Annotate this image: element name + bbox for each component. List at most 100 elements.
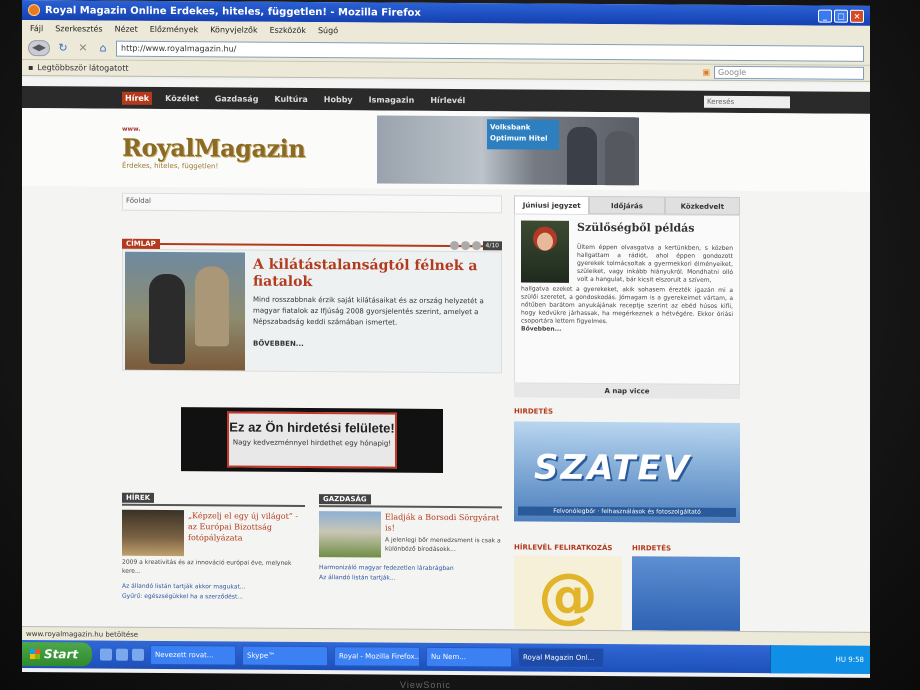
banner-bank-text: Volksbank Optimum Hitel: [487, 119, 559, 150]
stop-icon[interactable]: ✕: [76, 41, 90, 54]
taskbar-item[interactable]: Nu Nem...: [426, 646, 512, 668]
rss-icon[interactable]: ▣: [702, 68, 710, 77]
taskbar-item[interactable]: Skype™: [242, 645, 328, 667]
opinion-panel: Szülőségből példás Ültem éppen olvasgatv…: [514, 213, 740, 386]
banner-person: [605, 131, 635, 186]
home-icon[interactable]: ⌂: [96, 42, 110, 55]
news-description: 2009 a kreativitás és az innováció európ…: [122, 558, 292, 575]
header-banner-ad[interactable]: Volksbank Optimum Hitel: [377, 115, 639, 186]
pager-next-button[interactable]: [471, 241, 481, 251]
feature-more-link[interactable]: BŐVEBBEN...: [253, 340, 491, 350]
web-page: Hírek Közélet Gazdaság Kultúra Hobby Ism…: [22, 78, 870, 632]
economy-title[interactable]: Eladják a Borsodi Sörgyárat is!: [385, 512, 502, 535]
news-section-label: HÍREK: [122, 492, 155, 503]
logo-tagline: Érdekes, hiteles, független!: [122, 161, 219, 171]
menu-tools[interactable]: Eszközök: [270, 25, 306, 34]
opinion-title[interactable]: Szülőségből példás: [577, 221, 733, 235]
monitor-brand-logo: ViewSonic: [400, 680, 451, 690]
start-button[interactable]: Start: [22, 642, 92, 667]
quick-launch-icon[interactable]: [100, 648, 112, 661]
featured-article: CÍMLAP 4/10 A kilátástalanságtól félnek …: [122, 238, 502, 374]
right-column: Júniusi jegyzet Időjárás Közkedvelt Szül…: [514, 189, 740, 632]
main-content: Főoldal CÍMLAP 4/10 A kilátástalanságtól…: [22, 186, 870, 632]
minimize-button[interactable]: _: [818, 9, 832, 23]
news-section: HÍREK „Képzelj el egy új világot” - az E…: [122, 484, 305, 603]
taskbar-item[interactable]: Nevezett rovat...: [150, 644, 236, 666]
center-ad[interactable]: Ez az Ön hirdetési felülete! Nagy kedvez…: [181, 407, 443, 473]
pager-prev-button[interactable]: [449, 240, 459, 251]
site-nav-news[interactable]: Hírek: [122, 91, 153, 105]
second-ad-label: HIRDETÉS: [632, 544, 672, 553]
start-label: Start: [44, 647, 79, 662]
author-portrait: [521, 220, 569, 283]
tab-june-note[interactable]: Júniusi jegyzet: [514, 195, 590, 214]
sidebar-ad-label: HIRDETÉS: [514, 407, 554, 416]
economy-description: A jelenlegi bőr menedzsment is csak a kü…: [385, 536, 501, 554]
site-nav-public[interactable]: Közélet: [162, 91, 202, 104]
feature-title[interactable]: A kilátástalanságtól félnek a fiatalok: [253, 257, 491, 293]
feature-description: Mind rosszabbnak érzik saját kilátásaika…: [253, 295, 484, 327]
quick-launch-icon[interactable]: [116, 648, 128, 661]
quick-launch-icon[interactable]: [132, 648, 144, 661]
feature-section-label: CÍMLAP: [122, 238, 160, 249]
feature-pager: 4/10: [449, 240, 502, 251]
web-search-input[interactable]: Google: [714, 65, 864, 80]
site-nav-culture[interactable]: Kultúra: [271, 92, 310, 105]
breadcrumb[interactable]: Főoldal: [122, 192, 502, 214]
opinion-text-continued: hallgatva ezeket a gyerekeket, akik soha…: [521, 285, 733, 326]
szatev-logo: SZATEV: [534, 447, 691, 489]
url-input[interactable]: http://www.royalmagazin.hu/: [116, 40, 864, 62]
screen: Royal Magazin Online Érdekes, hiteles, f…: [22, 0, 870, 678]
menu-file[interactable]: Fájl: [30, 24, 43, 33]
site-search-input[interactable]: Keresés: [704, 95, 790, 109]
sidebar-tabs: Júniusi jegyzet Időjárás Közkedvelt: [514, 195, 740, 216]
list-item: „Képzelj el egy új világot” - az Európai…: [122, 509, 305, 557]
opinion-text: Ültem éppen olvasgatva a kertünkben, s k…: [577, 243, 733, 284]
site-logo[interactable]: www. RoyalMagazin Érdekes, hiteles, függ…: [122, 126, 362, 172]
site-nav-newsletter[interactable]: Hírlevél: [427, 93, 468, 106]
bookmark-most-visited[interactable]: Legtöbbször látogatott: [37, 63, 128, 73]
szatev-ad[interactable]: SZATEV Felvonólegbőr · felhasználások és…: [514, 421, 740, 524]
szatev-strip: Felvonólegbőr · felhasználások és fotosz…: [518, 506, 736, 517]
bookmark-folder-icon: ▪: [28, 63, 34, 73]
firefox-icon: [28, 4, 40, 17]
news-link[interactable]: Gyűrű: egészségükkel ha a szerződést...: [122, 592, 305, 603]
second-ad-image[interactable]: [632, 556, 740, 632]
site-nav-economy[interactable]: Gazdaság: [212, 92, 262, 105]
menu-edit[interactable]: Szerkesztés: [55, 24, 102, 33]
economy-thumbnail[interactable]: [319, 511, 381, 558]
menu-view[interactable]: Nézet: [115, 24, 138, 33]
back-button[interactable]: ◀▶: [28, 39, 50, 56]
windows-flag-icon: [30, 649, 40, 660]
news-thumbnail[interactable]: [122, 509, 184, 557]
taskbar-item[interactable]: Royal - Mozilla Firefox...: [334, 646, 420, 667]
site-nav-ismagazin[interactable]: Ismagazin: [366, 93, 418, 106]
menu-history[interactable]: Előzmények: [150, 24, 198, 33]
left-column: Főoldal CÍMLAP 4/10 A kilátástalanságtól…: [122, 187, 502, 632]
ad-subtitle: Nagy kedvezménnyel hirdethet egy hónapig…: [232, 438, 392, 448]
list-item: Eladják a Borsodi Sörgyárat is! A jelenl…: [319, 511, 502, 558]
system-tray-clock[interactable]: HU 9:58: [770, 645, 870, 674]
quick-launch: [100, 648, 144, 661]
opinion-more-link[interactable]: Bővebben...: [521, 325, 733, 334]
joke-of-day-link[interactable]: A nap vicce: [514, 383, 740, 400]
close-button[interactable]: ×: [850, 9, 864, 23]
pager-pause-button[interactable]: [460, 241, 470, 251]
economy-link[interactable]: Az állandó listán tartják...: [319, 573, 502, 584]
tab-popular[interactable]: Közkedvelt: [664, 196, 740, 216]
menu-bookmarks[interactable]: Könyvjelzők: [210, 25, 257, 34]
maximize-button[interactable]: □: [834, 9, 848, 23]
news-title[interactable]: „Képzelj el egy új világot” - az Európai…: [188, 510, 305, 544]
economy-section-label: GAZDASÁG: [319, 494, 371, 505]
second-ad-box: HIRDETÉS: [632, 534, 740, 632]
banner-person: [567, 126, 597, 186]
tab-weather[interactable]: Időjárás: [589, 195, 665, 215]
site-nav-hobby[interactable]: Hobby: [321, 93, 356, 106]
at-sign-icon[interactable]: @: [514, 555, 622, 632]
menu-help[interactable]: Súgó: [318, 26, 338, 35]
reload-icon[interactable]: ↻: [56, 41, 70, 54]
window-title: Royal Magazin Online Érdekes, hiteles, f…: [45, 4, 421, 19]
site-header: www. RoyalMagazin Érdekes, hiteles, függ…: [22, 108, 870, 192]
feature-image[interactable]: [125, 251, 245, 371]
taskbar-item-active[interactable]: Royal Magazin Onl...: [518, 647, 604, 669]
